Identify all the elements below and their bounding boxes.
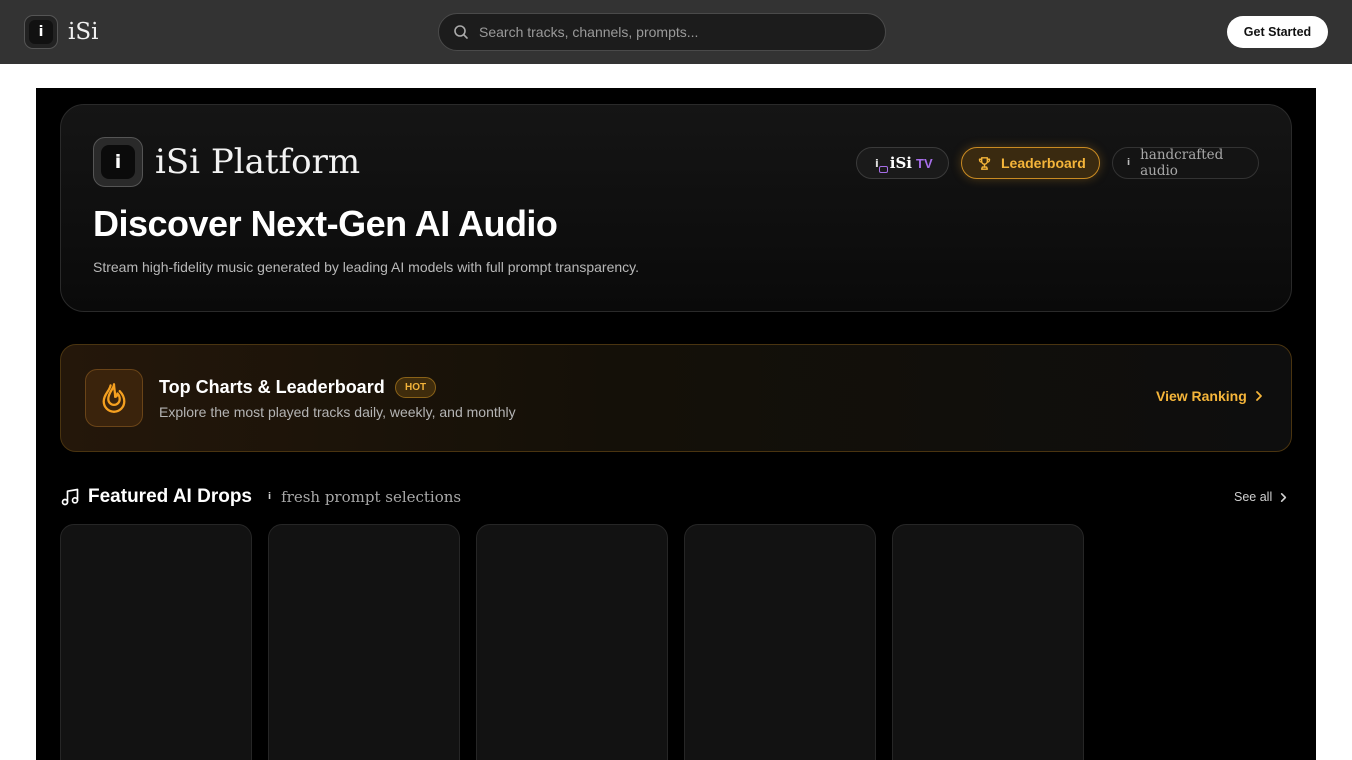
flame-icon bbox=[85, 369, 143, 427]
track-card[interactable] bbox=[268, 524, 460, 760]
isi-tv-pill[interactable]: i iSi TV bbox=[856, 147, 949, 179]
brand-link[interactable]: i iSi bbox=[24, 15, 98, 49]
charts-subtitle: Explore the most played tracks daily, we… bbox=[159, 404, 516, 420]
tv-pill-label: TV bbox=[916, 155, 933, 171]
see-all-label: See all bbox=[1234, 490, 1273, 504]
search-input[interactable] bbox=[479, 24, 859, 40]
small-logo-icon: i bbox=[1127, 158, 1131, 168]
tv-icon: i bbox=[875, 157, 888, 173]
get-started-button[interactable]: Get Started bbox=[1227, 16, 1328, 48]
main-content: i iSi Platform i iSi TV Leaderboard i ha… bbox=[36, 88, 1316, 760]
leaderboard-pill[interactable]: Leaderboard bbox=[961, 147, 1100, 179]
handcrafted-audio-pill[interactable]: i handcrafted audio bbox=[1112, 147, 1259, 179]
hot-badge: HOT bbox=[395, 377, 437, 398]
see-all-link[interactable]: See all bbox=[1234, 490, 1289, 504]
tv-pill-brand: iSi bbox=[889, 154, 913, 172]
hero-subtitle: Stream high-fidelity music generated by … bbox=[93, 259, 640, 275]
logo-icon: i bbox=[24, 15, 58, 49]
music-note-icon bbox=[61, 488, 79, 506]
track-card[interactable] bbox=[476, 524, 668, 760]
track-card[interactable] bbox=[60, 524, 252, 760]
platform-logo-icon: i bbox=[93, 137, 143, 187]
brand-name: iSi bbox=[68, 19, 99, 45]
trophy-icon bbox=[978, 156, 991, 170]
featured-subtitle: fresh prompt selections bbox=[281, 488, 462, 506]
charts-title: Top Charts & Leaderboard bbox=[159, 377, 385, 397]
track-card[interactable] bbox=[892, 524, 1084, 760]
chevron-right-icon bbox=[1281, 492, 1287, 502]
platform-name: iSi Platform bbox=[155, 142, 361, 182]
view-ranking-label: View Ranking bbox=[1156, 388, 1247, 404]
search-bar[interactable] bbox=[438, 13, 886, 51]
view-ranking-link[interactable]: View Ranking bbox=[1156, 388, 1265, 404]
hero-card: i iSi Platform i iSi TV Leaderboard i ha… bbox=[60, 104, 1292, 312]
leaderboard-pill-label: Leaderboard bbox=[1001, 155, 1086, 171]
featured-header: Featured AI Drops i fresh prompt selecti… bbox=[60, 486, 461, 508]
handcrafted-pill-label: handcrafted audio bbox=[1140, 147, 1224, 179]
search-icon bbox=[454, 25, 468, 39]
track-card[interactable] bbox=[684, 524, 876, 760]
top-charts-banner[interactable]: Top Charts & Leaderboard HOT Explore the… bbox=[60, 344, 1292, 452]
small-logo-icon: i bbox=[268, 492, 272, 502]
chevron-right-icon bbox=[1255, 391, 1262, 401]
top-navbar: i iSi Get Started bbox=[0, 0, 1352, 64]
hero-title: Discover Next-Gen AI Audio bbox=[93, 203, 558, 244]
featured-title: Featured AI Drops bbox=[88, 486, 252, 507]
